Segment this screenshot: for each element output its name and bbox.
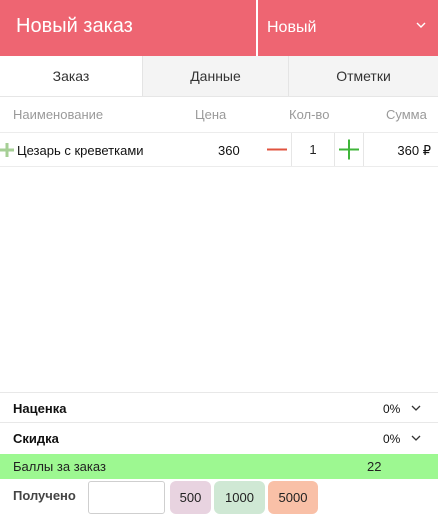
order-points-bar: Баллы за заказ 22 — [0, 454, 438, 479]
item-sum: 360 ₽ — [397, 143, 431, 158]
column-header-qty: Кол-во — [289, 107, 330, 122]
column-header-sum: Сумма — [386, 107, 427, 122]
tab-order[interactable]: Заказ — [0, 56, 142, 96]
minus-icon — [267, 148, 287, 151]
plus-icon — [339, 139, 359, 160]
points-label: Баллы за заказ — [13, 459, 106, 474]
order-status-select[interactable]: Новый — [258, 0, 438, 56]
item-price: 360 — [218, 143, 240, 158]
tab-bar: Заказ Данные Отметки — [0, 56, 438, 97]
order-status-value: Новый — [267, 19, 317, 36]
add-modifier-icon[interactable] — [0, 143, 14, 157]
markup-value: 0% — [383, 402, 401, 416]
discount-row[interactable]: Скидка 0% — [0, 423, 438, 453]
item-name: Цезарь с креветками — [17, 143, 144, 158]
markup-label: Наценка — [13, 401, 67, 416]
chevron-down-icon — [416, 22, 426, 28]
column-header-name: Наименование — [13, 107, 104, 122]
increase-qty-button[interactable] — [335, 133, 363, 166]
quick-amount-1000-button[interactable]: 1000 — [214, 481, 265, 514]
header-bar: Новый заказ Новый — [0, 0, 438, 56]
chevron-down-icon — [411, 405, 421, 411]
received-label: Получено — [13, 488, 76, 503]
received-amount-input[interactable] — [88, 481, 165, 514]
discount-label: Скидка — [13, 431, 59, 446]
item-qty[interactable]: 1 — [291, 133, 335, 166]
order-item-row: Цезарь с креветками 360 1 360 ₽ — [0, 132, 438, 167]
discount-value: 0% — [383, 432, 401, 446]
tab-marks[interactable]: Отметки — [288, 56, 438, 96]
row-divider — [363, 133, 364, 166]
chevron-down-icon — [411, 435, 421, 441]
page-title: Новый заказ — [16, 15, 133, 37]
decrease-qty-button[interactable] — [263, 133, 291, 166]
quick-amount-500-button[interactable]: 500 — [170, 481, 211, 514]
quick-amount-5000-button[interactable]: 5000 — [268, 481, 318, 514]
column-header-price: Цена — [195, 107, 227, 122]
tab-data[interactable]: Данные — [142, 56, 288, 96]
points-value: 22 — [367, 459, 382, 474]
markup-row[interactable]: Наценка 0% — [0, 393, 438, 423]
